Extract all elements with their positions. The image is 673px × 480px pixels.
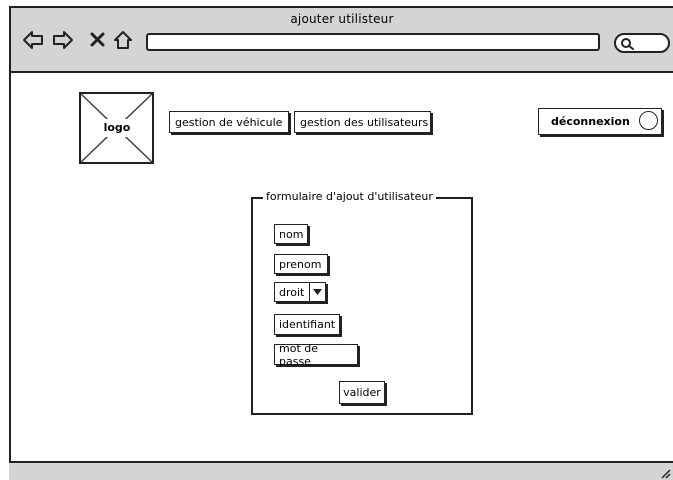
form-legend: formulaire d'ajout d'utilisateur	[263, 190, 436, 203]
logout-label: déconnexion	[551, 115, 630, 128]
logout-button[interactable]: déconnexion	[538, 108, 662, 135]
status-bar	[9, 461, 673, 480]
droit-dropdown-toggle[interactable]	[309, 282, 326, 302]
nom-field[interactable]: nom	[274, 224, 308, 244]
logo-placeholder: logo	[79, 92, 154, 164]
chevron-down-icon	[313, 289, 322, 295]
toggle-circle-icon	[639, 111, 658, 130]
search-button[interactable]	[614, 33, 670, 53]
droit-select[interactable]: droit	[274, 282, 310, 302]
password-field[interactable]: mot de passe	[274, 342, 358, 368]
nav-user-management-button[interactable]: gestion des utilisateurs	[294, 111, 431, 133]
close-icon[interactable]	[88, 30, 110, 50]
search-icon	[621, 38, 634, 50]
home-icon[interactable]	[112, 30, 134, 50]
submit-button[interactable]: valider	[339, 381, 385, 404]
prenom-field[interactable]: prenom	[274, 254, 328, 274]
url-bar[interactable]	[146, 33, 600, 51]
nav-vehicle-management-button[interactable]: gestion de véhicule	[169, 111, 289, 133]
logo-label: logo	[99, 119, 135, 137]
identifiant-field[interactable]: identifiant	[274, 314, 340, 335]
arrow-right-icon[interactable]	[52, 30, 74, 50]
arrow-left-icon[interactable]	[22, 30, 44, 50]
window-title: ajouter utilisteur	[290, 12, 394, 26]
resize-grip-icon[interactable]	[659, 467, 671, 479]
